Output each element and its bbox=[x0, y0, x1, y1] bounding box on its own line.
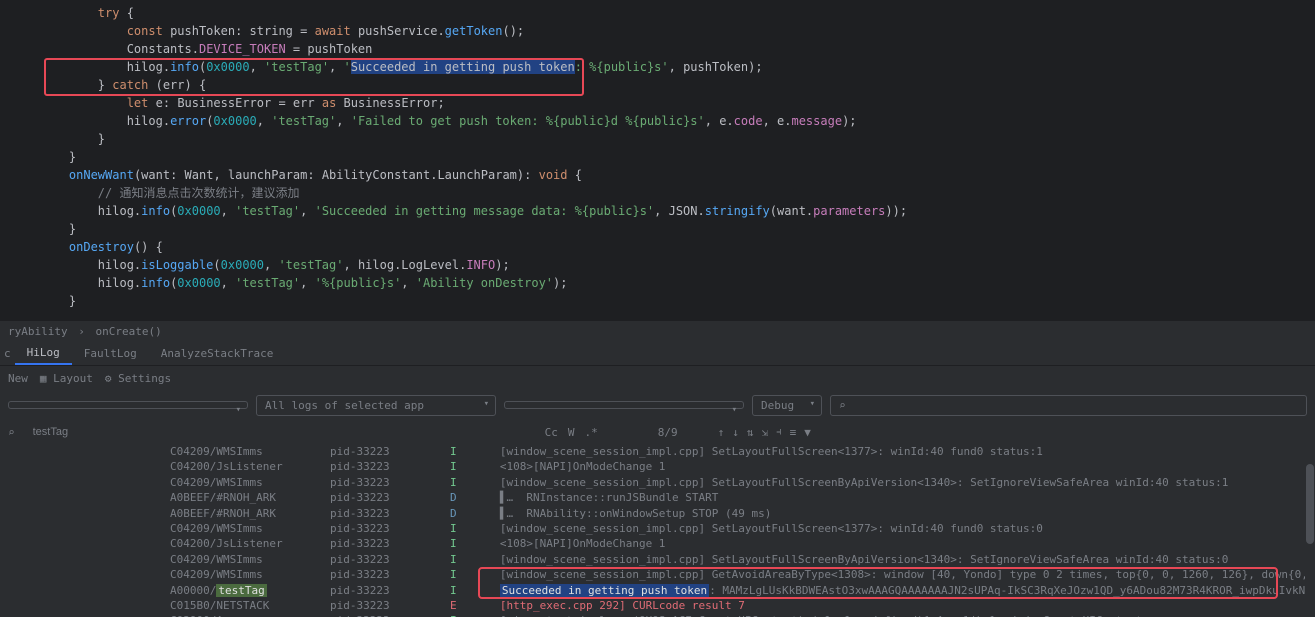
log-line[interactable]: C03900/Acepid-33223I [ui_content_impl.cp… bbox=[0, 613, 1315, 617]
level-dropdown[interactable]: Debug bbox=[752, 395, 822, 416]
log-toolbar: New ▦ Layout ⚙ Settings bbox=[0, 366, 1315, 390]
tab-hilog[interactable]: HiLog bbox=[15, 342, 72, 365]
filter-row: All logs of selected app Debug ⌕ bbox=[0, 390, 1315, 420]
log-line[interactable]: A0BEEF/#RNOH_ARKpid-33223D ▌… RNAbility:… bbox=[0, 506, 1315, 521]
prev-match-icon[interactable]: ↑ bbox=[718, 426, 725, 439]
breadcrumb[interactable]: ryAbility › onCreate() bbox=[0, 320, 1315, 342]
code-line[interactable]: } catch (err) { bbox=[0, 76, 1315, 94]
log-tabs: c HiLog FaultLog AnalyzeStackTrace bbox=[0, 342, 1315, 366]
breadcrumb-separator: › bbox=[78, 325, 85, 338]
code-line[interactable]: } bbox=[0, 292, 1315, 310]
device-dropdown[interactable] bbox=[8, 401, 248, 409]
log-output[interactable]: C04209/WMSImmspid-33223I [window_scene_s… bbox=[0, 444, 1315, 617]
splitter-icon[interactable]: ⫞ bbox=[776, 425, 782, 439]
code-line[interactable]: } bbox=[0, 148, 1315, 166]
scrollbar[interactable] bbox=[1305, 444, 1315, 617]
tab-prefix: c bbox=[4, 347, 11, 360]
match-count: 8/9 bbox=[658, 426, 678, 439]
word-toggle[interactable]: W bbox=[568, 426, 575, 439]
code-line[interactable]: let e: BusinessError = err as BusinessEr… bbox=[0, 94, 1315, 112]
soft-wrap-icon[interactable]: ≡ bbox=[790, 426, 797, 439]
filter-search[interactable]: ⌕ bbox=[830, 395, 1307, 416]
code-line[interactable]: } bbox=[0, 220, 1315, 238]
log-line[interactable]: C04209/WMSImmspid-33223I [window_scene_s… bbox=[0, 552, 1315, 567]
filter-icon[interactable]: ▼ bbox=[804, 426, 811, 439]
process-dropdown[interactable] bbox=[504, 401, 744, 409]
next-match-icon[interactable]: ↓ bbox=[732, 426, 739, 439]
log-line[interactable]: C04209/WMSImmspid-33223I [window_scene_s… bbox=[0, 521, 1315, 536]
scroll-end-icon[interactable]: ⇲ bbox=[762, 426, 769, 439]
log-search-row: ⌕ Cc W .* 8/9 ↑ ↓ ⇅ ⇲ ⫞ ≡ ▼ bbox=[0, 420, 1315, 444]
log-line[interactable]: C04200/JsListenerpid-33223I <108>[NAPI]O… bbox=[0, 459, 1315, 474]
code-line[interactable]: onNewWant(want: Want, launchParam: Abili… bbox=[0, 166, 1315, 184]
log-line[interactable]: C04209/WMSImmspid-33223I [window_scene_s… bbox=[0, 444, 1315, 459]
code-line[interactable]: hilog.info(0x0000, 'testTag', '%{public}… bbox=[0, 274, 1315, 292]
log-search-input[interactable] bbox=[25, 424, 485, 440]
code-line[interactable]: } bbox=[0, 130, 1315, 148]
highlight-box bbox=[478, 567, 1278, 599]
regex-toggle[interactable]: .* bbox=[585, 426, 598, 439]
search-icon: ⌕ bbox=[839, 399, 846, 412]
code-line[interactable]: try { bbox=[0, 4, 1315, 22]
wrap-icon[interactable]: ⇅ bbox=[747, 426, 754, 439]
log-line[interactable]: C015B0/NETSTACKpid-33223E [http_exec.cpp… bbox=[0, 598, 1315, 613]
code-editor[interactable]: try { const pushToken: string = await pu… bbox=[0, 0, 1315, 320]
code-line[interactable]: hilog.isLoggable(0x0000, 'testTag', hilo… bbox=[0, 256, 1315, 274]
tab-analyze-stack-trace[interactable]: AnalyzeStackTrace bbox=[149, 343, 286, 364]
case-toggle[interactable]: Cc bbox=[545, 426, 558, 439]
code-line[interactable]: hilog.info(0x0000, 'testTag', 'Succeeded… bbox=[0, 58, 1315, 76]
code-line[interactable]: Constants.DEVICE_TOKEN = pushToken bbox=[0, 40, 1315, 58]
code-line[interactable]: const pushToken: string = await pushServ… bbox=[0, 22, 1315, 40]
code-line[interactable]: hilog.info(0x0000, 'testTag', 'Succeeded… bbox=[0, 202, 1315, 220]
code-line[interactable]: // 通知消息点击次数统计，建议添加 bbox=[0, 184, 1315, 202]
breadcrumb-part[interactable]: onCreate() bbox=[95, 325, 161, 338]
app-filter-dropdown[interactable]: All logs of selected app bbox=[256, 395, 496, 416]
log-line[interactable]: C04200/JsListenerpid-33223I <108>[NAPI]O… bbox=[0, 536, 1315, 551]
breadcrumb-part[interactable]: ryAbility bbox=[8, 325, 68, 338]
code-line[interactable]: hilog.error(0x0000, 'testTag', 'Failed t… bbox=[0, 112, 1315, 130]
search-icon: ⌕ bbox=[8, 426, 15, 439]
log-line[interactable]: A0BEEF/#RNOH_ARKpid-33223D ▌… RNInstance… bbox=[0, 490, 1315, 505]
layout-button[interactable]: ▦ Layout bbox=[40, 372, 93, 385]
code-line[interactable]: onDestroy() { bbox=[0, 238, 1315, 256]
settings-button[interactable]: ⚙ Settings bbox=[105, 372, 171, 385]
log-line[interactable]: C04209/WMSImmspid-33223I [window_scene_s… bbox=[0, 475, 1315, 490]
new-button[interactable]: New bbox=[8, 372, 28, 385]
tab-faultlog[interactable]: FaultLog bbox=[72, 343, 149, 364]
